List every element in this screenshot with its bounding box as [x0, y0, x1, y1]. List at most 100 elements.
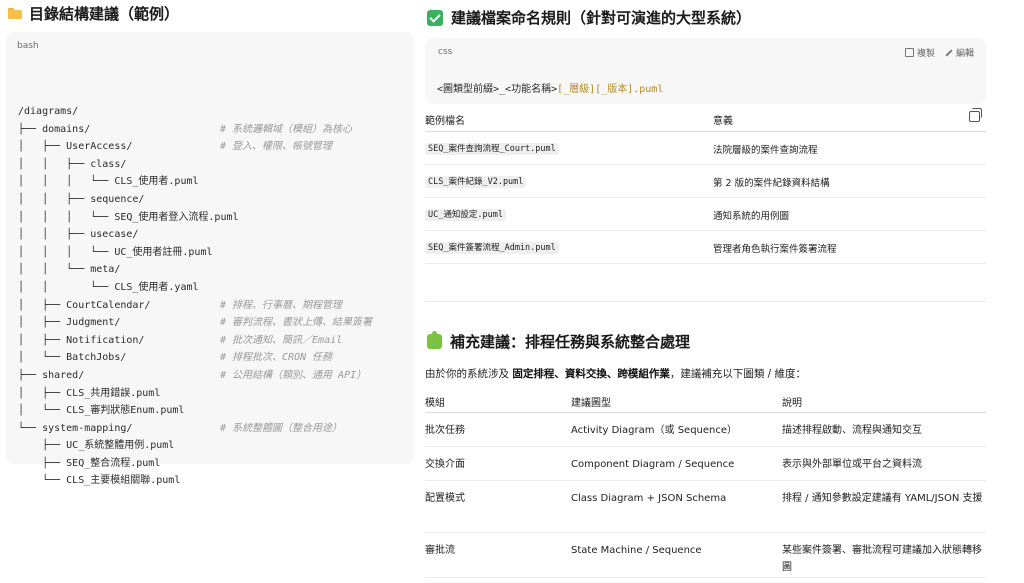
diagram-cell: Class Diagram + JSON Schema: [571, 493, 727, 504]
tree-path: │ ├── UserAccess/: [18, 141, 133, 153]
example-meaning: 管理者角色執行案件簽署流程: [713, 244, 837, 255]
table-row: UC_通知設定.puml 通知系統的用例圖: [425, 198, 986, 231]
example-meaning: 法院層級的案件查詢流程: [713, 145, 818, 156]
tree-comment: # 公用結構（類別、通用 API）: [220, 369, 367, 381]
table-row: 審批流 State Machine / Sequence 某些案件簽署、審批流程可建…: [425, 533, 986, 578]
pattern-highlight: [_層級][_版本].puml: [557, 84, 664, 95]
intro-pre: 由於你的系統涉及: [425, 368, 513, 380]
directory-heading: 目錄結構建議（範例）: [8, 3, 179, 24]
directory-heading-text: 目錄結構建議（範例）: [29, 5, 180, 23]
tree-path: └── system-mapping/: [18, 422, 133, 434]
tree-path: └── CLS_主要模組關聯.puml: [18, 475, 181, 487]
tree-line: ├── shared/ # 公用結構（類別、通用 API）: [18, 367, 366, 385]
tree-path: ├── SEQ_整合流程.puml: [18, 457, 161, 469]
tree-line: │ ├── UserAccess/ # 登入、權限、帳號管理: [18, 138, 332, 156]
tree-path: ├── domains/: [18, 123, 91, 135]
code-language-label: bash: [17, 41, 39, 51]
header-module: 模組: [425, 398, 445, 409]
tree-line: └── CLS_主要模組關聯.puml: [18, 472, 239, 490]
tree-line: │ │ ├── usecase/: [18, 226, 239, 244]
directory-tree: /diagrams/ ├── domains/ # 系統邏輯域（模組）為核心 │ ├─…: [18, 103, 372, 490]
header-diagram: 建議圖型: [571, 398, 611, 409]
tree-path: │ │ ├── sequence/: [18, 193, 145, 205]
tree-comment: # 排程、行事曆、期程管理: [220, 299, 343, 311]
table-header: 範例檔名 意義: [425, 108, 986, 132]
diagram-cell: Component Diagram / Sequence: [571, 459, 735, 470]
table-row: SEQ_案件查詢流程_Court.puml 法院層級的案件查詢流程: [425, 132, 986, 165]
naming-heading: 建議檔案命名規則（針對可演進的大型系統）: [427, 7, 751, 28]
tree-line: │ ├── CLS_共用錯誤.puml: [18, 385, 239, 403]
header-file: 範例檔名: [425, 116, 465, 127]
tree-line: │ │ │ └── SEQ_使用者登入流程.puml: [18, 209, 239, 227]
tree-path: │ │ │ └── UC_使用者註冊.puml: [18, 246, 213, 258]
tree-line: │ ├── CourtCalendar/ # 排程、行事曆、期程管理: [18, 297, 342, 315]
tree-line: ├── domains/ # 系統邏輯域（模組）為核心: [18, 121, 352, 139]
file-code: SEQ_案件查詢流程_Court.puml: [425, 143, 559, 155]
tree-line: /diagrams/: [18, 103, 239, 121]
tree-comment: # 排程批次、CRON 任務: [220, 352, 333, 364]
check-mark-icon: [427, 9, 443, 26]
example-meaning: 通知系統的用例圖: [713, 211, 790, 222]
tree-line: ├── UC_系統整體用例.puml: [18, 437, 239, 455]
css-code-block: css 複製 編輯 <圖類型前綴>_<功能名稱>[_層級][_版本].puml: [425, 38, 986, 104]
tree-path: │ │ └── CLS_使用者.yaml: [18, 281, 199, 293]
edit-label: 編輯: [955, 49, 974, 59]
table-row: 交換介面 Component Diagram / Sequence 表示與外部單位或…: [425, 447, 986, 481]
tree-path: │ │ │ └── SEQ_使用者登入流程.puml: [18, 211, 239, 223]
diagram-cell: State Machine / Sequence: [571, 545, 702, 556]
tree-comment: # 登入、權限、帳號管理: [220, 141, 333, 153]
note-cell: 某些案件簽署、審批流程可建議加入狀態轉移圖: [782, 545, 982, 573]
tree-path: │ ├── Judgment/: [18, 317, 121, 329]
pencil-icon: [945, 48, 953, 57]
header-note: 說明: [782, 398, 802, 409]
tree-line: │ │ ├── sequence/: [18, 191, 239, 209]
copy-button[interactable]: 複製: [904, 46, 935, 59]
tree-line: │ └── BatchJobs/ # 排程批次、CRON 任務: [18, 349, 332, 367]
file-code: SEQ_案件簽署流程_Admin.puml: [425, 242, 559, 254]
left-panel: 目錄結構建議（範例） bash /diagrams/ ├── domains/ # …: [6, 0, 414, 583]
tree-path: │ ├── Notification/: [18, 334, 145, 346]
supplement-table: 模組 建議圖型 說明 批次任務 Activity Diagram（或 Sequen…: [425, 390, 986, 578]
tree-path: ├── UC_系統整體用例.puml: [18, 440, 175, 452]
tree-path: │ │ └── meta/: [18, 264, 121, 276]
note-cell: 排程 / 通知參數設定建議有 YAML/JSON 支援: [782, 493, 983, 504]
tree-path: ├── shared/: [18, 369, 85, 381]
tree-comment: # 系統整體圖（整合用途）: [220, 422, 343, 434]
copy-label: 複製: [916, 49, 935, 59]
tree-line: ├── SEQ_整合流程.puml: [18, 455, 239, 473]
example-file: CLS_案件紀錄_V2.puml: [425, 175, 527, 188]
tree-path: │ ├── CourtCalendar/: [18, 299, 151, 311]
tree-line: │ ├── Judgment/ # 審判流程、書狀上傳、結果簽署: [18, 314, 372, 332]
naming-pattern: <圖類型前綴>_<功能名稱>[_層級][_版本].puml: [437, 80, 663, 95]
table-row: 批次任務 Activity Diagram（或 Sequence） 描述排程啟動、流…: [425, 413, 986, 447]
note-cell: 表示與外部單位或平台之資料流: [782, 459, 922, 470]
table-header: 模組 建議圖型 說明: [425, 390, 986, 413]
tree-comment: # 批次通知、簡訊／Email: [220, 334, 343, 346]
tree-path: /diagrams/: [18, 106, 79, 117]
tree-line: │ │ ├── class/: [18, 156, 239, 174]
edit-button[interactable]: 編輯: [945, 46, 974, 59]
tree-path: │ └── CLS_審判狀態Enum.puml: [18, 405, 185, 417]
note-cell: 描述排程啟動、流程與通知交互: [782, 425, 922, 436]
tree-path: │ │ ├── class/: [18, 158, 127, 170]
tree-comment: # 審判流程、書狀上傳、結果簽署: [220, 317, 373, 329]
copy-icon: [904, 48, 914, 57]
tree-comment: # 系統邏輯域（模組）為核心: [220, 123, 353, 135]
supplement-heading-text: 補充建議：排程任務與系統整合處理: [450, 333, 691, 351]
tree-path: │ └── BatchJobs/: [18, 352, 127, 364]
tree-line: │ │ │ └── CLS_使用者.puml: [18, 173, 239, 191]
code-language-label: css: [438, 47, 453, 57]
header-meaning: 意義: [713, 116, 733, 127]
supplement-intro: 由於你的系統涉及 固定排程、資料交換、跨模組作業，建議補充以下圖類 / 維度：: [425, 366, 806, 381]
example-file: SEQ_案件簽署流程_Admin.puml: [425, 241, 559, 254]
naming-examples-table: 範例檔名 意義 SEQ_案件查詢流程_Court.puml 法院層級的案件查詢流程…: [425, 108, 986, 264]
tree-line: │ │ └── CLS_使用者.yaml: [18, 279, 239, 297]
table-row: SEQ_案件簽署流程_Admin.puml 管理者角色執行案件簽署流程: [425, 231, 986, 264]
puzzle-icon: [427, 331, 442, 349]
intro-post: ，建議補充以下圖類 / 維度：: [669, 368, 807, 380]
copy-table-icon[interactable]: [969, 108, 982, 122]
section-divider: [425, 301, 986, 302]
module-cell: 交換介面: [425, 459, 465, 470]
file-code: UC_通知設定.puml: [425, 209, 506, 221]
tree-line: └── system-mapping/ # 系統整體圖（整合用途）: [18, 420, 342, 438]
